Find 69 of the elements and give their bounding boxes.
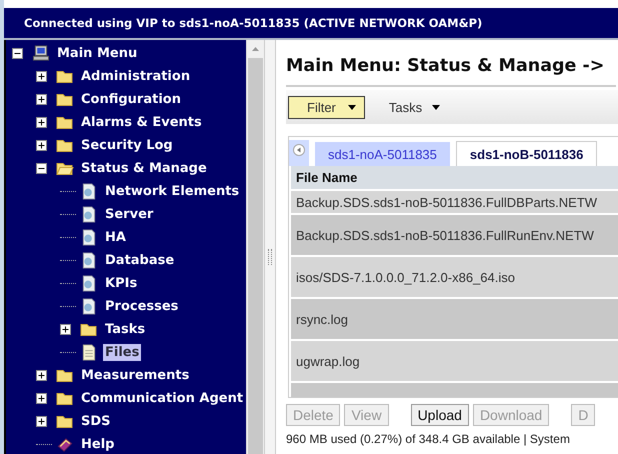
scrollbar[interactable] bbox=[246, 40, 264, 454]
menu-item[interactable]: SDS bbox=[79, 413, 113, 430]
menu-item[interactable]: Main Menu bbox=[55, 45, 140, 62]
page-icon bbox=[80, 298, 98, 315]
menu-item[interactable]: Status & Manage bbox=[79, 160, 209, 177]
menu-item[interactable]: Configuration bbox=[79, 91, 183, 108]
page-icon bbox=[80, 275, 98, 292]
caret-icon bbox=[348, 104, 356, 110]
filter-button[interactable]: Filter bbox=[288, 96, 365, 118]
expand-icon[interactable] bbox=[36, 393, 47, 404]
splitter-handle[interactable] bbox=[264, 40, 276, 454]
server-tab[interactable]: sds1-noA-5011835 bbox=[315, 142, 450, 166]
collapse-icon[interactable] bbox=[36, 163, 47, 174]
menu-item[interactable]: Measurements bbox=[79, 367, 192, 384]
action-button[interactable]: Upload bbox=[410, 404, 469, 426]
folder-icon bbox=[56, 114, 74, 131]
menu-item[interactable]: Database bbox=[103, 252, 176, 269]
menu-item[interactable]: Server bbox=[103, 206, 156, 223]
menu-item[interactable]: Network Elements bbox=[103, 183, 242, 200]
menu-item[interactable]: Administration bbox=[79, 68, 192, 85]
folder-icon bbox=[56, 137, 74, 154]
folder-icon bbox=[56, 390, 74, 407]
storage-status: 960 MB used (0.27%) of 348.4 GB available | System bbox=[286, 432, 571, 446]
expand-icon[interactable] bbox=[36, 117, 47, 128]
file-name: Backup.SDS.sds1-noB-5011836.FullDBParts.NETW bbox=[296, 194, 598, 210]
expand-icon[interactable] bbox=[36, 140, 47, 151]
file-name: isos/SDS-7.1.0.0.0_71.2.0-x86_64.iso bbox=[296, 270, 515, 284]
page-icon bbox=[80, 206, 98, 223]
menu-item[interactable]: Help bbox=[79, 436, 116, 453]
folder-icon bbox=[80, 321, 98, 338]
page-heading: Main Menu: Status & Manage -> bbox=[286, 56, 616, 87]
file-name: Backup.SDS.sds1-noB-5011836.FullRunEnv.NETW bbox=[296, 228, 594, 242]
page-icon bbox=[80, 252, 98, 269]
folder-icon bbox=[56, 91, 74, 108]
menu-item[interactable]: Tasks bbox=[103, 321, 148, 338]
caret-icon bbox=[432, 104, 440, 110]
expand-icon[interactable] bbox=[36, 370, 47, 381]
connection-title: Connected using VIP to sds1-noA-5011835 (ACTIVE NETWORK OAM&P) bbox=[24, 16, 482, 30]
menu-item[interactable]: Files bbox=[103, 344, 142, 361]
collapse-icon[interactable] bbox=[12, 48, 23, 59]
folder-icon bbox=[56, 413, 74, 430]
expand-icon[interactable] bbox=[36, 71, 47, 82]
file-name: rsync.log bbox=[296, 312, 348, 326]
menu-item[interactable]: KPIs bbox=[103, 275, 140, 292]
file-row[interactable]: isos/SDS-7.1.0.0.0_71.2.0-x86_64.iso bbox=[291, 255, 618, 297]
expand-icon[interactable] bbox=[60, 324, 71, 335]
menu-item[interactable]: Processes bbox=[103, 298, 180, 315]
computer-icon bbox=[32, 45, 50, 62]
expand-icon[interactable] bbox=[36, 416, 47, 427]
page-icon bbox=[80, 183, 98, 200]
file-row[interactable]: Backup.SDS.sds1-noB-5011836.FullDBParts.NETW bbox=[291, 189, 618, 213]
menu-item[interactable]: HA bbox=[103, 229, 128, 246]
server-tab[interactable]: sds1-noB-5011836 bbox=[456, 141, 598, 166]
menu-item[interactable]: Security Log bbox=[79, 137, 175, 154]
file-name: ugwrap.log bbox=[296, 354, 360, 368]
folder-icon bbox=[56, 160, 74, 177]
page-icon bbox=[80, 229, 98, 246]
expand-icon[interactable] bbox=[36, 94, 47, 105]
file-row[interactable]: Backup.SDS.sds1-noB-5011836.FullRunEnv.NETW bbox=[291, 213, 618, 255]
book-icon bbox=[56, 436, 74, 453]
folder-icon bbox=[56, 68, 74, 85]
menu-item[interactable]: Alarms & Events bbox=[79, 114, 204, 131]
folder-icon bbox=[56, 367, 74, 384]
tasks-menu[interactable]: Tasks bbox=[382, 100, 446, 114]
menu-item[interactable]: Communication Agent bbox=[79, 390, 246, 407]
file-row[interactable]: rsync.log bbox=[291, 297, 618, 339]
column-header: File Name bbox=[291, 166, 618, 189]
document-icon bbox=[80, 344, 98, 361]
file-row[interactable]: ugwrap.log bbox=[291, 339, 618, 381]
